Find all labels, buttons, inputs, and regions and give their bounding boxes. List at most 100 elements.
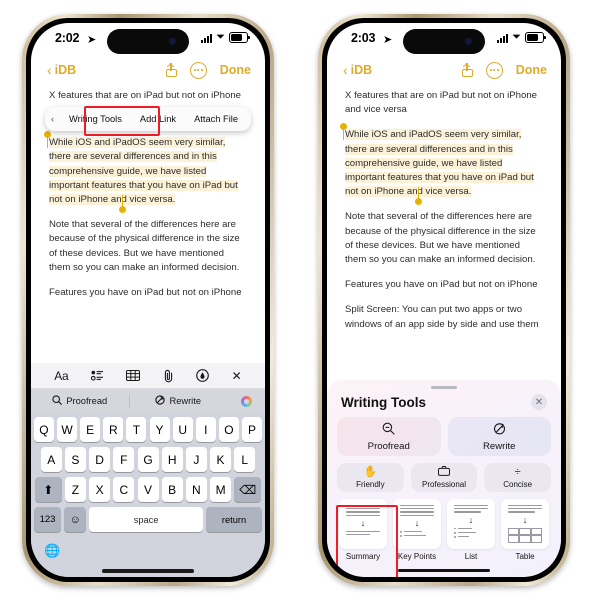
table-icon[interactable] bbox=[126, 370, 141, 381]
selection-handle-end[interactable] bbox=[119, 195, 126, 214]
writing-tools-suggestion-row[interactable]: Proofread Rewrite bbox=[31, 389, 265, 413]
friendly-tile[interactable]: ✋ Friendly bbox=[337, 463, 404, 492]
key-o[interactable]: O bbox=[218, 417, 239, 442]
markup-pen-icon[interactable] bbox=[196, 369, 210, 382]
key-s[interactable]: S bbox=[64, 447, 86, 472]
summary-tile[interactable]: ↓ Summary bbox=[339, 499, 387, 561]
onscreen-keyboard[interactable]: Q W E R T Y U I O P A S D F G H J K L ⬆ … bbox=[31, 413, 265, 565]
table-doc-icon: ↓ bbox=[501, 499, 549, 549]
dynamic-island bbox=[107, 29, 189, 54]
space-key[interactable]: space bbox=[89, 507, 203, 532]
right-note-body[interactable]: X features that are on iPad but not on i… bbox=[327, 83, 561, 332]
chevron-left-icon: ‹ bbox=[47, 62, 52, 78]
tone-actions: ✋ Friendly Professional ÷ Concise bbox=[337, 463, 552, 492]
left-phone-screen: 2:02 ➤ ⏷ ‹ iDB Done X features that are … bbox=[31, 23, 265, 577]
concise-tile[interactable]: ÷ Concise bbox=[484, 463, 552, 492]
back-button[interactable]: ‹ iDB bbox=[343, 63, 372, 77]
key-z[interactable]: Z bbox=[64, 477, 86, 502]
key-e[interactable]: E bbox=[80, 417, 101, 442]
key-x[interactable]: X bbox=[89, 477, 111, 502]
checklist-icon[interactable] bbox=[90, 370, 104, 381]
rewrite-tile[interactable]: Rewrite bbox=[447, 417, 551, 456]
context-menu-item-attach-file[interactable]: Attach File bbox=[185, 107, 247, 131]
right-nav-bar: ‹ iDB Done bbox=[327, 57, 561, 83]
note-paragraph-2: Note that several of the differences her… bbox=[345, 211, 536, 266]
text-format-icon[interactable]: Aa bbox=[54, 369, 68, 383]
apple-intelligence-icon[interactable] bbox=[227, 395, 265, 407]
key-y[interactable]: Y bbox=[149, 417, 170, 442]
proofread-tile[interactable]: Proofread bbox=[337, 417, 441, 456]
right-status-bar: 2:03 ➤ ⏷ bbox=[327, 23, 561, 57]
paperclip-icon[interactable] bbox=[163, 369, 174, 383]
key-w[interactable]: W bbox=[57, 417, 78, 442]
status-time: 2:02 bbox=[55, 31, 80, 45]
key-f[interactable]: F bbox=[113, 447, 135, 472]
key-b[interactable]: B bbox=[161, 477, 183, 502]
key-points-tile[interactable]: ↓ Key Points bbox=[393, 499, 441, 561]
key-k[interactable]: K bbox=[210, 447, 232, 472]
numbers-key[interactable]: 123 bbox=[34, 507, 61, 532]
proofread-label: Proofread bbox=[367, 440, 410, 452]
back-button[interactable]: ‹ iDB bbox=[47, 63, 76, 77]
key-q[interactable]: Q bbox=[33, 417, 54, 442]
context-menu-item-writing-tools[interactable]: Writing Tools bbox=[60, 107, 131, 131]
more-options-icon[interactable] bbox=[189, 61, 207, 79]
shift-up-icon[interactable]: ⬆ bbox=[34, 477, 62, 502]
key-m[interactable]: M bbox=[210, 477, 232, 502]
key-j[interactable]: J bbox=[185, 447, 207, 472]
keyboard-row-3: ⬆ Z X C V B N M ⌫ bbox=[34, 477, 262, 502]
key-t[interactable]: T bbox=[126, 417, 147, 442]
globe-icon[interactable]: 🌐 bbox=[44, 543, 60, 559]
backspace-icon[interactable]: ⌫ bbox=[234, 477, 262, 502]
key-p[interactable]: P bbox=[242, 417, 263, 442]
concise-label: Concise bbox=[503, 479, 533, 489]
more-options-icon[interactable] bbox=[485, 61, 503, 79]
rewrite-label: Rewrite bbox=[482, 440, 516, 452]
context-menu-prev-button[interactable]: ‹ bbox=[45, 107, 60, 131]
battery-icon bbox=[229, 32, 250, 43]
rewrite-button[interactable]: Rewrite bbox=[130, 395, 228, 407]
key-d[interactable]: D bbox=[89, 447, 111, 472]
format-actions: ↓ Summary ↓ Key Points ↓ List ↓ Table bbox=[337, 499, 551, 561]
wifi-icon: ⏷ bbox=[512, 31, 521, 43]
share-icon[interactable] bbox=[461, 62, 473, 77]
key-c[interactable]: C bbox=[113, 477, 135, 502]
proofread-button[interactable]: Proofread bbox=[31, 395, 129, 407]
share-icon[interactable] bbox=[165, 62, 177, 77]
context-menu-item-add-link[interactable]: Add Link bbox=[131, 107, 185, 131]
left-phone-bezel: 2:02 ➤ ⏷ ‹ iDB Done X features that are … bbox=[26, 18, 270, 582]
key-v[interactable]: V bbox=[137, 477, 159, 502]
selected-text-block[interactable]: While iOS and iPadOS seem very similar, … bbox=[340, 123, 543, 206]
key-i[interactable]: I bbox=[195, 417, 216, 442]
sheet-grabber[interactable] bbox=[431, 385, 457, 389]
selected-paragraph: While iOS and iPadOS seem very similar, … bbox=[49, 137, 238, 206]
close-icon[interactable]: ✕ bbox=[232, 369, 242, 383]
key-u[interactable]: U bbox=[172, 417, 193, 442]
text-context-menu[interactable]: ‹ Writing Tools Add Link Attach File › bbox=[45, 107, 251, 131]
format-toolbar[interactable]: Aa ✕ bbox=[31, 363, 265, 389]
selected-text-block[interactable]: While iOS and iPadOS seem very similar, … bbox=[44, 131, 247, 214]
key-r[interactable]: R bbox=[103, 417, 124, 442]
note-paragraph-2: Note that several of the differences her… bbox=[49, 219, 240, 273]
key-l[interactable]: L bbox=[234, 447, 256, 472]
selection-handle-end[interactable] bbox=[415, 187, 422, 206]
table-tile[interactable]: ↓ Table bbox=[501, 499, 549, 561]
left-status-bar: 2:02 ➤ ⏷ bbox=[31, 23, 265, 57]
professional-tile[interactable]: Professional bbox=[410, 463, 478, 492]
close-icon[interactable]: ✕ bbox=[531, 394, 547, 410]
home-indicator bbox=[337, 564, 551, 577]
summary-doc-icon: ↓ bbox=[339, 499, 387, 549]
key-n[interactable]: N bbox=[185, 477, 207, 502]
key-g[interactable]: G bbox=[137, 447, 159, 472]
key-a[interactable]: A bbox=[40, 447, 62, 472]
key-h[interactable]: H bbox=[161, 447, 183, 472]
rewrite-arrow-icon bbox=[155, 395, 166, 407]
emoji-icon[interactable]: ☺ bbox=[64, 507, 87, 532]
note-paragraph-3: Features you have on iPad but not on iPh… bbox=[345, 279, 538, 291]
cellular-signal-icon bbox=[201, 33, 213, 43]
list-tile[interactable]: ↓ List bbox=[447, 499, 495, 561]
done-button[interactable]: Done bbox=[516, 63, 547, 77]
done-button[interactable]: Done bbox=[220, 63, 251, 77]
screenshot-stage: 2:02 ➤ ⏷ ‹ iDB Done X features that are … bbox=[0, 0, 600, 595]
return-key[interactable]: return bbox=[206, 507, 262, 532]
